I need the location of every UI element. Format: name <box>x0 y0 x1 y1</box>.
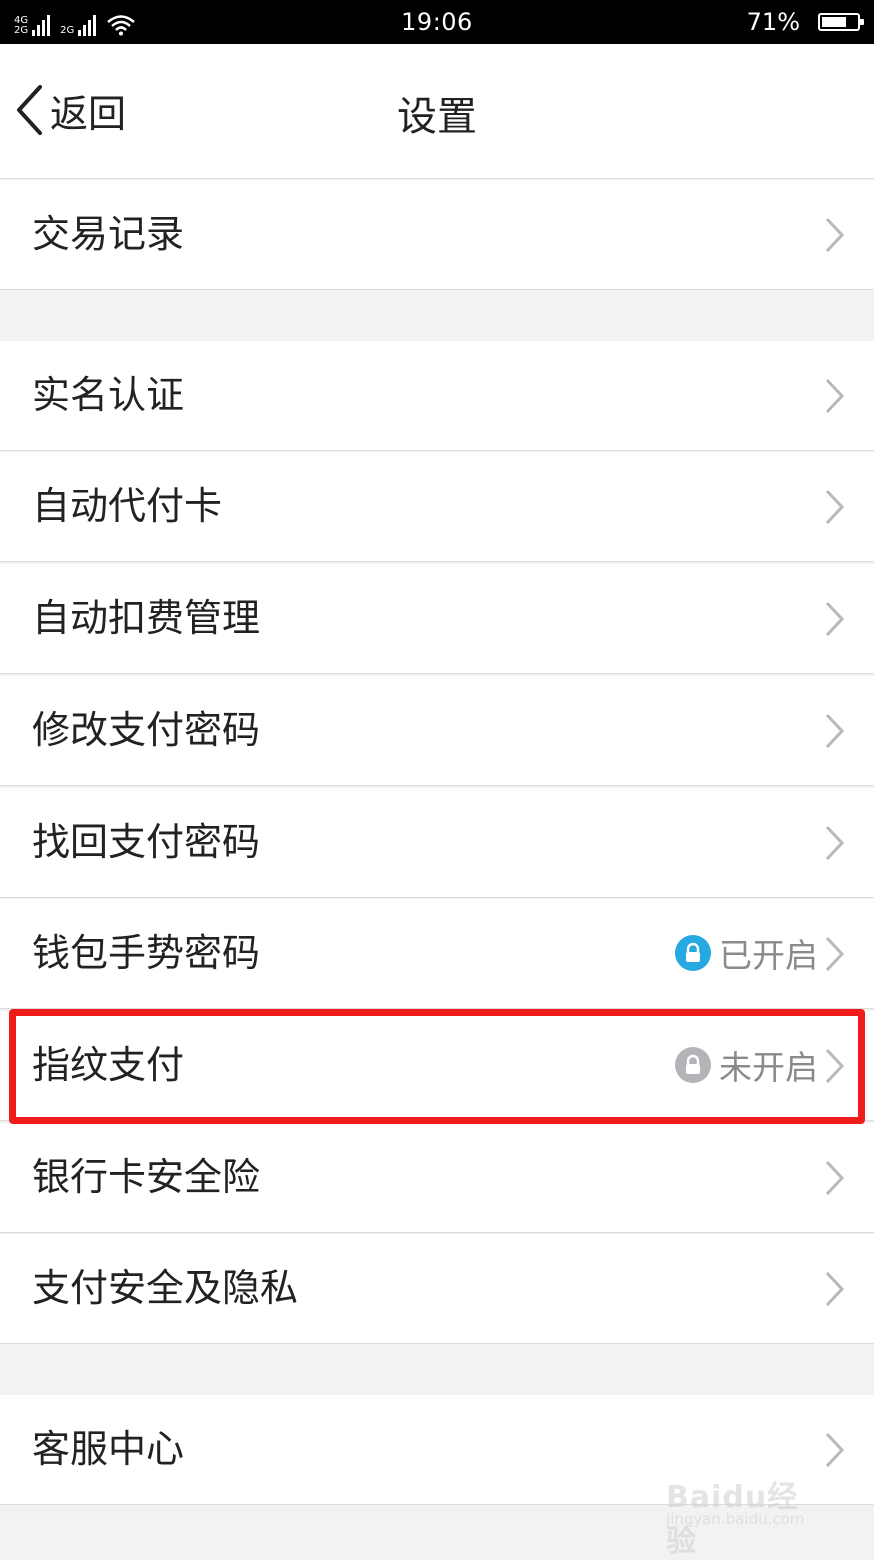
list-item-label: 指纹支付 <box>32 1043 185 1087</box>
list-item-transaction-records[interactable]: 交易记录 <box>0 180 874 290</box>
chevron-right-icon <box>825 601 845 637</box>
lock-icon <box>675 1047 711 1083</box>
list-item-change-payment-password[interactable]: 修改支付密码 <box>0 676 874 786</box>
list-item-label: 钱包手势密码 <box>32 931 261 975</box>
list-item-recover-payment-password[interactable]: 找回支付密码 <box>0 788 874 898</box>
chevron-right-icon <box>825 1048 845 1084</box>
list-item-fingerprint-payment[interactable]: 指纹支付 未开启 <box>0 1011 874 1121</box>
list-item-label: 银行卡安全险 <box>32 1155 261 1199</box>
clock: 19:06 <box>401 8 473 36</box>
chevron-right-icon <box>825 936 845 972</box>
list-item-label: 找回支付密码 <box>32 820 261 864</box>
list-item-bank-card-insurance[interactable]: 银行卡安全险 <box>0 1123 874 1233</box>
list-item-label: 修改支付密码 <box>32 708 261 752</box>
chevron-right-icon <box>825 1271 845 1307</box>
chevron-right-icon <box>825 1432 845 1468</box>
status-badge: 未开启 <box>675 1043 818 1087</box>
chevron-right-icon <box>825 1160 845 1196</box>
list-item-label: 客服中心 <box>32 1427 185 1471</box>
chevron-right-icon <box>825 713 845 749</box>
list-item-label: 交易记录 <box>32 212 185 256</box>
battery-icon <box>818 13 864 31</box>
page-title: 设置 <box>397 94 477 140</box>
chevron-right-icon <box>825 378 845 414</box>
chevron-right-icon <box>825 217 845 253</box>
status-text: 已开启 <box>719 936 818 975</box>
list-item-real-name-verification[interactable]: 实名认证 <box>0 341 874 451</box>
list-item-label: 自动代付卡 <box>32 484 223 528</box>
status-badge: 已开启 <box>675 931 818 975</box>
status-text: 未开启 <box>719 1048 818 1087</box>
baidu-watermark: Baidu经验 jingyan.baidu.com <box>666 1464 826 1559</box>
list-item-auto-pay-card[interactable]: 自动代付卡 <box>0 452 874 562</box>
watermark-url: jingyan.baidu.com <box>666 1510 805 1528</box>
navigation-bar: 返回 设置 <box>0 44 874 179</box>
chevron-right-icon <box>825 489 845 525</box>
list-item-auto-deduction-management[interactable]: 自动扣费管理 <box>0 564 874 674</box>
list-item-label: 自动扣费管理 <box>32 596 261 640</box>
list-item-payment-security-privacy[interactable]: 支付安全及隐私 <box>0 1234 874 1344</box>
battery-percent: 71% <box>746 8 800 36</box>
list-item-label: 实名认证 <box>32 373 185 417</box>
list-item-wallet-gesture-password[interactable]: 钱包手势密码 已开启 <box>0 899 874 1009</box>
lock-icon <box>675 935 711 971</box>
list-item-label: 支付安全及隐私 <box>32 1266 299 1310</box>
chevron-right-icon <box>825 825 845 861</box>
status-bar: 4G 2G 2G 19:06 71% <box>0 0 874 44</box>
